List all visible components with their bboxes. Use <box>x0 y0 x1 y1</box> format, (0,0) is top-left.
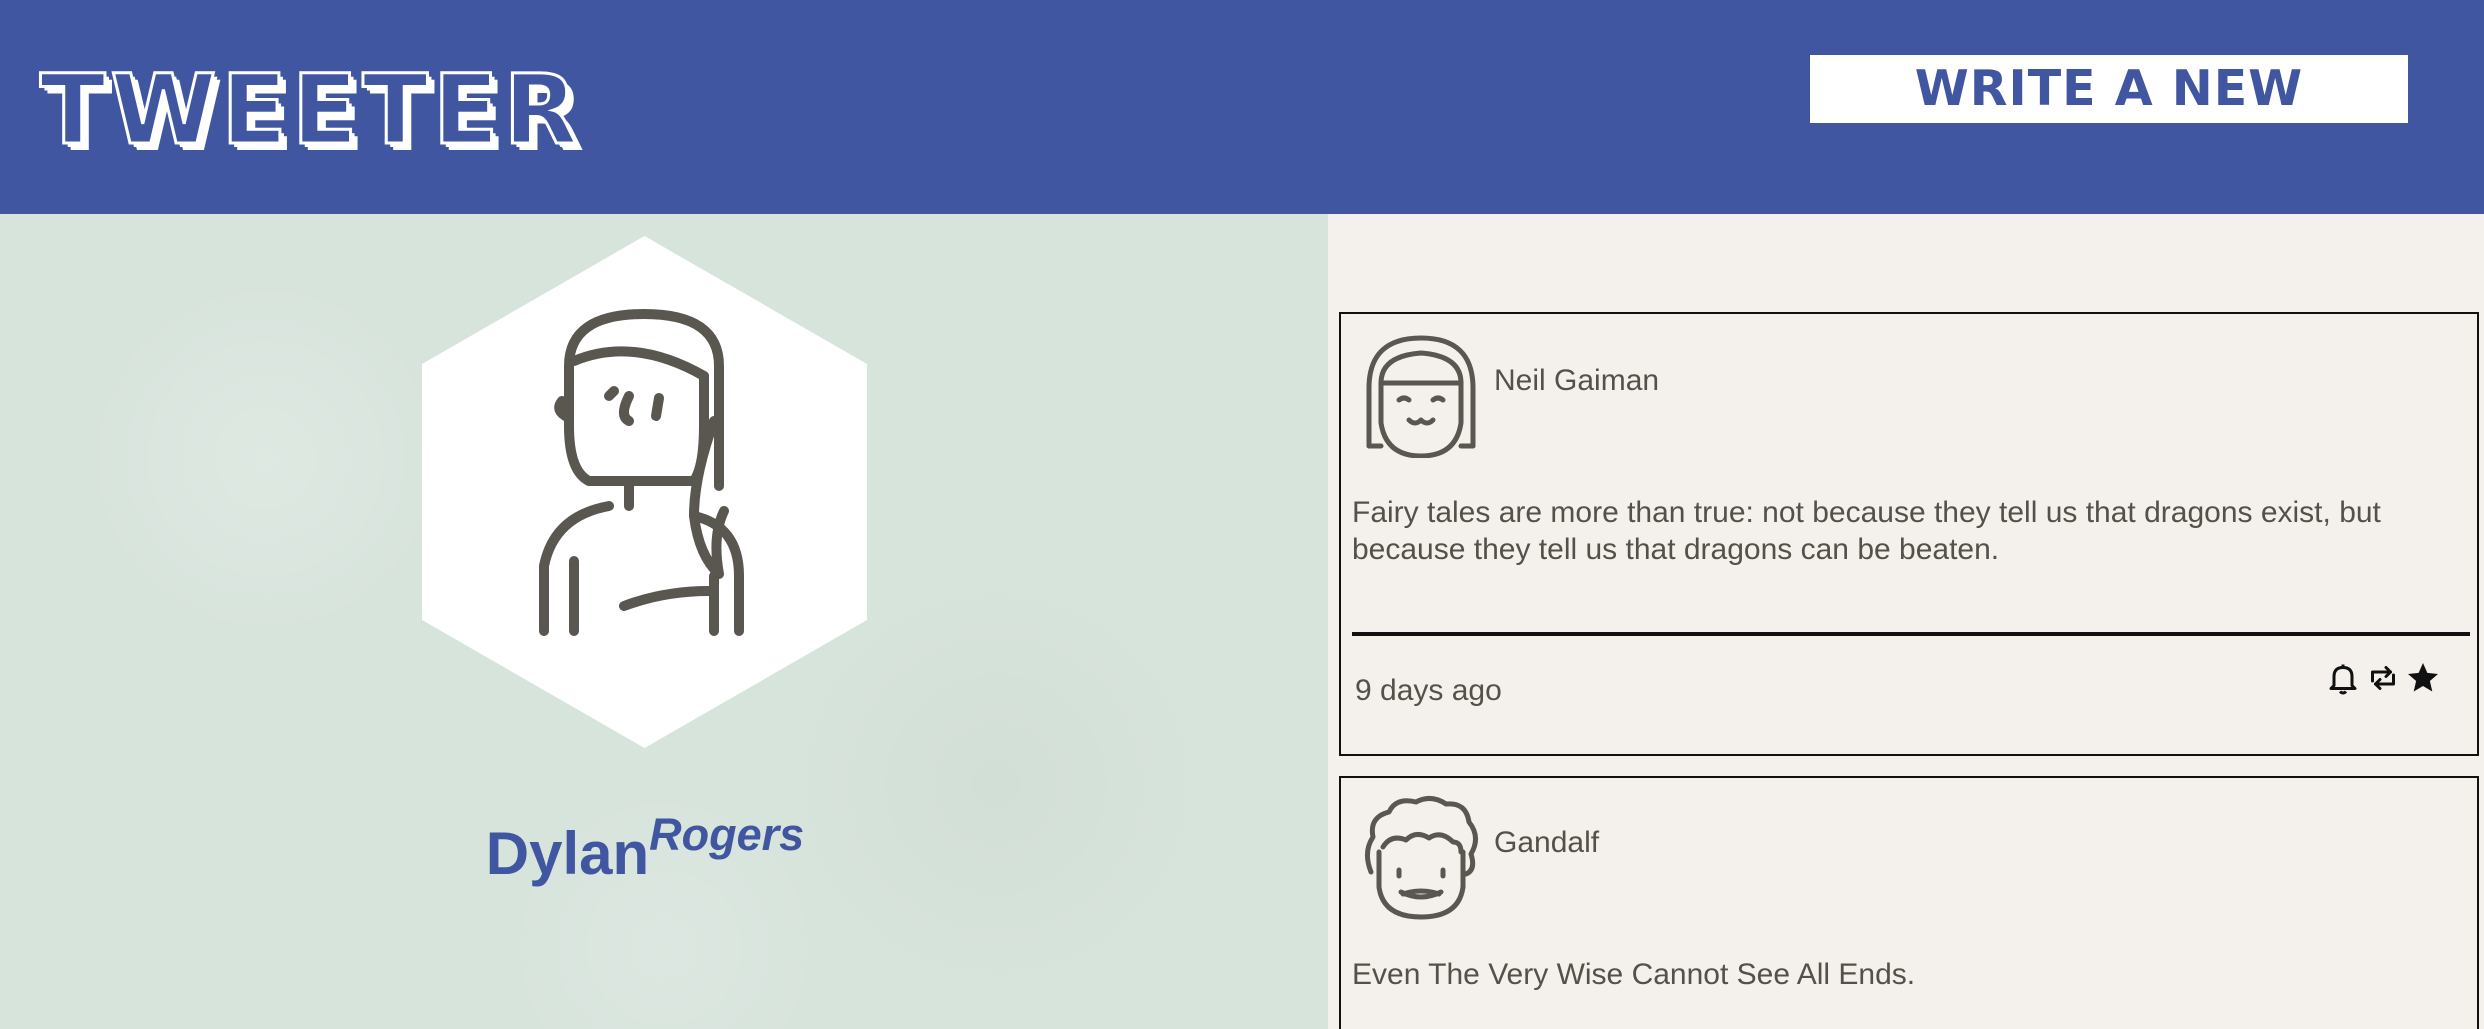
tweet-author[interactable]: Gandalf <box>1494 826 1599 860</box>
tweet-author[interactable]: Neil Gaiman <box>1494 364 1659 398</box>
tweet-text: Fairy tales are more than true: not beca… <box>1352 496 2381 566</box>
brand-logo[interactable]: TWEETER <box>39 61 583 160</box>
profile-panel: DylanRogers <box>0 214 1328 1029</box>
curly-hair-avatar-icon <box>1365 796 1478 920</box>
tweet-divider <box>1352 632 2470 636</box>
tweet-actions <box>2325 660 2441 696</box>
bell-icon[interactable] <box>2325 660 2361 696</box>
woman-avatar-icon <box>539 309 744 636</box>
tweet-text: Even The Very Wise Cannot See All Ends. <box>1352 958 1916 991</box>
first-name: Dylan <box>485 820 650 887</box>
profile-name: DylanRogers <box>0 812 1290 884</box>
retweet-icon[interactable] <box>2365 660 2401 696</box>
write-new-tweet-button[interactable]: WRITE A NEW TWEET <box>1810 55 2408 185</box>
profile-avatar-hexagon <box>422 236 867 748</box>
top-nav: TWEETER WRITE A NEW TWEET <box>0 0 2484 214</box>
tweet-timestamp: 9 days ago <box>1355 674 1502 707</box>
last-name: Rogers <box>649 809 805 860</box>
girl-bangs-avatar-icon <box>1366 335 1476 458</box>
tweet-card: Gandalf Even The Very Wise Cannot See Al… <box>1339 776 2479 1029</box>
tweet-card: Neil Gaiman Fairy tales are more than tr… <box>1339 312 2479 756</box>
star-icon[interactable] <box>2405 660 2441 696</box>
